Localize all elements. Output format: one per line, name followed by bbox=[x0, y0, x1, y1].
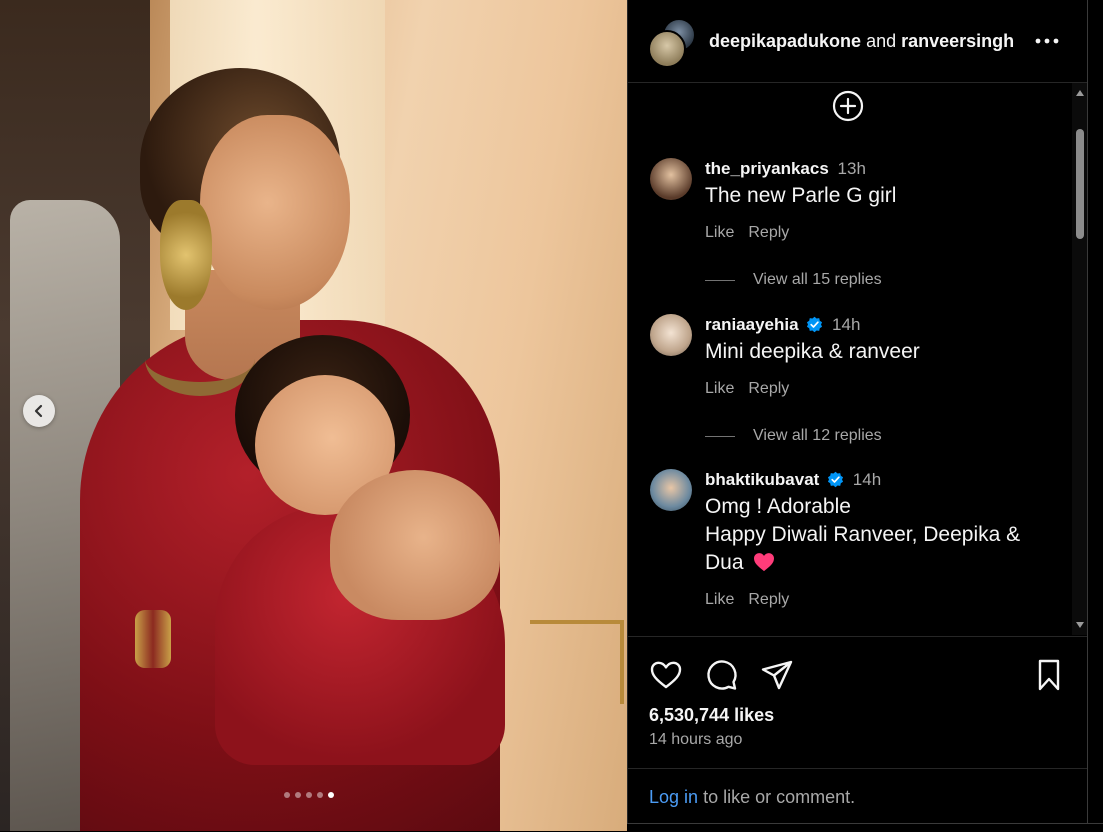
author-link[interactable]: deepikapadukone bbox=[709, 31, 861, 51]
photo-necklace bbox=[145, 322, 255, 396]
comment-reply-button[interactable]: Reply bbox=[748, 380, 789, 398]
author-link[interactable]: ranveersingh bbox=[901, 31, 1014, 51]
comment-username[interactable]: the_priyankacs bbox=[705, 159, 829, 178]
photo-lamp-stand bbox=[530, 620, 624, 704]
comment-like-button[interactable]: Like bbox=[705, 380, 734, 398]
comment-username[interactable]: bhaktikubavat bbox=[705, 470, 819, 489]
comments-list: the_priyankacs 13h The new Parle G girl … bbox=[628, 83, 1074, 635]
comment-text: Mini deepika & ranveer bbox=[705, 340, 920, 363]
carousel-dot bbox=[317, 792, 323, 798]
divider bbox=[705, 279, 735, 281]
view-replies-label: View all 12 replies bbox=[753, 427, 882, 444]
comment-body: raniaayehia 14h Mini deepika & ranveer L… bbox=[705, 314, 1050, 398]
more-options-button[interactable] bbox=[1032, 26, 1062, 56]
author-joiner: and bbox=[866, 31, 897, 51]
comment-text-line: Omg ! Adorable bbox=[705, 495, 851, 518]
post-timestamp[interactable]: 14 hours ago bbox=[649, 731, 742, 749]
login-prompt: Log in to like or comment. bbox=[649, 787, 855, 808]
post-authors: deepikapadukone and ranveersingh bbox=[709, 31, 1014, 52]
carousel-dots bbox=[284, 792, 334, 798]
photo-hands bbox=[330, 470, 500, 620]
heart-emoji-icon bbox=[754, 553, 775, 572]
heart-icon[interactable] bbox=[648, 657, 684, 693]
login-prompt-bar: Log in to like or comment. bbox=[628, 768, 1088, 824]
comment-username[interactable]: raniaayehia bbox=[705, 315, 799, 334]
scroll-down-arrow[interactable] bbox=[1072, 617, 1088, 633]
comment-text-line: Dua bbox=[705, 551, 744, 574]
scroll-up-arrow[interactable] bbox=[1072, 85, 1088, 101]
post-header: deepikapadukone and ranveersingh bbox=[628, 0, 1088, 83]
comment-time: 13h bbox=[837, 159, 866, 178]
avatar[interactable] bbox=[650, 314, 692, 356]
verified-icon bbox=[827, 471, 844, 488]
carousel-dot bbox=[306, 792, 312, 798]
likes-count[interactable]: 6,530,744 likes bbox=[649, 705, 774, 726]
login-link[interactable]: Log in bbox=[649, 787, 698, 807]
comment-like-button[interactable]: Like bbox=[705, 591, 734, 609]
carousel-dot-active bbox=[328, 792, 334, 798]
photo-face bbox=[200, 115, 350, 310]
comment-reply-button[interactable]: Reply bbox=[748, 591, 789, 609]
photo-bangle bbox=[135, 610, 171, 668]
view-replies-label: View all 15 replies bbox=[753, 271, 882, 288]
chevron-left-icon bbox=[34, 404, 43, 418]
carousel-dot bbox=[295, 792, 301, 798]
avatar[interactable] bbox=[650, 158, 692, 200]
triangle-down-icon bbox=[1076, 622, 1084, 628]
view-replies-button[interactable]: View all 15 replies bbox=[705, 271, 882, 289]
triangle-up-icon bbox=[1076, 90, 1084, 96]
scrollbar-thumb[interactable] bbox=[1076, 129, 1084, 239]
avatar bbox=[648, 30, 686, 68]
comment-time: 14h bbox=[832, 315, 861, 334]
comments-scrollbar[interactable] bbox=[1072, 83, 1088, 635]
photo-earring bbox=[160, 200, 212, 310]
window-border bbox=[1087, 0, 1103, 831]
comment-like-button[interactable]: Like bbox=[705, 224, 734, 242]
post-side-panel: deepikapadukone and ranveersingh the_pri… bbox=[627, 0, 1088, 823]
carousel-dot bbox=[284, 792, 290, 798]
comment-reply-button[interactable]: Reply bbox=[748, 224, 789, 242]
more-icon bbox=[1035, 38, 1059, 44]
login-prompt-text: to like or comment. bbox=[703, 787, 856, 807]
post-photo bbox=[0, 0, 627, 831]
author-avatars[interactable] bbox=[648, 18, 696, 68]
comment-icon[interactable] bbox=[704, 657, 740, 693]
verified-icon bbox=[807, 316, 823, 333]
comment-body: the_priyankacs 13h The new Parle G girl … bbox=[705, 158, 1050, 242]
comment-time: 14h bbox=[852, 470, 882, 489]
view-replies-button[interactable]: View all 12 replies bbox=[705, 427, 882, 445]
add-comment-icon[interactable] bbox=[831, 89, 865, 123]
comment-text-line: Happy Diwali Ranveer, Deepika & bbox=[705, 523, 1021, 546]
bookmark-icon[interactable] bbox=[1031, 657, 1067, 693]
avatar[interactable] bbox=[650, 469, 692, 511]
comment-body: bhaktikubavat 14h Omg ! Adorable Happy D… bbox=[705, 469, 1050, 609]
comment-text: The new Parle G girl bbox=[705, 184, 897, 207]
carousel-prev-button[interactable] bbox=[23, 395, 55, 427]
divider bbox=[705, 435, 735, 437]
share-icon[interactable] bbox=[759, 657, 795, 693]
comment-text: Omg ! Adorable Happy Diwali Ranveer, Dee… bbox=[705, 493, 1050, 577]
